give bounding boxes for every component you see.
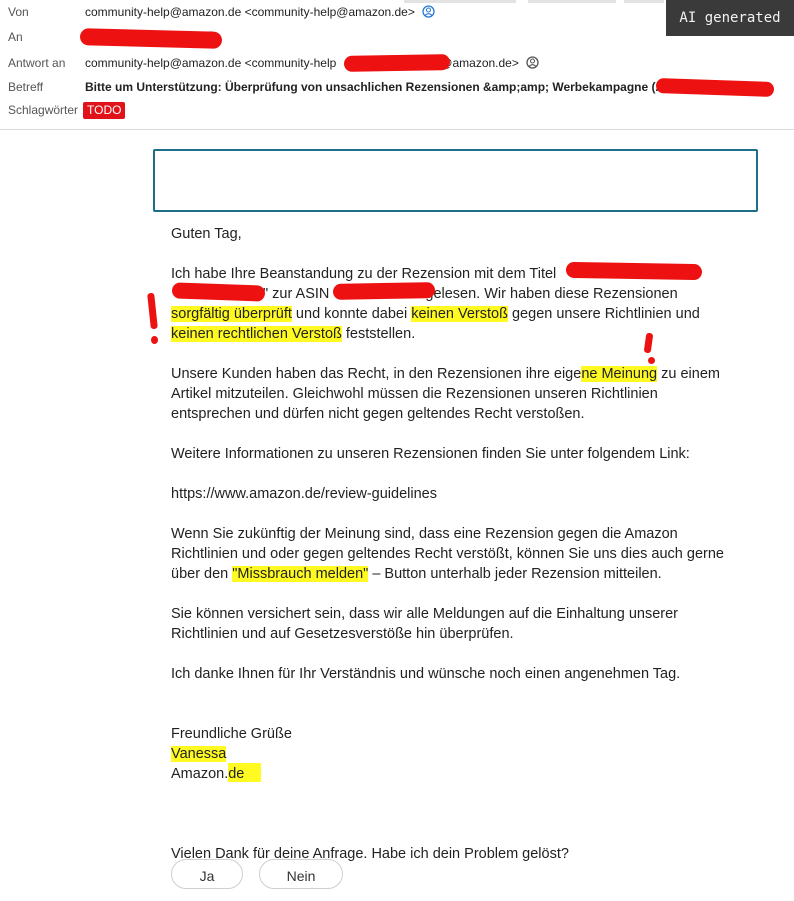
redaction-mark	[565, 261, 703, 281]
highlight-report-abuse: "Missbrauch melden"	[232, 566, 369, 582]
from-label: Von	[8, 5, 29, 19]
toolbar-button[interactable]	[624, 0, 664, 3]
signature-company: Amazon.de	[171, 766, 244, 782]
signature: Freundliche Grüße Vanessa Amazon.de	[171, 724, 741, 784]
exclamation-mark	[648, 357, 655, 364]
subject-value: Bitte um Unterstützung: Überprüfung von …	[85, 80, 685, 94]
p1-text-a: Ich habe Ihre Beanstandung zu der Rezens…	[171, 266, 557, 282]
redaction-mark	[332, 282, 436, 300]
toolbar-button[interactable]	[528, 0, 616, 3]
redaction-mark	[343, 54, 451, 72]
reply-to-value[interactable]: community-help@amazon.de <community-help…	[85, 56, 539, 70]
highlight-checked: sorgfältig überprüft	[171, 306, 292, 322]
from-value[interactable]: community-help@amazon.de <community-help…	[85, 5, 435, 19]
paragraph-customer-rights: Unsere Kunden haben das Recht, in den Re…	[171, 364, 741, 424]
message-body: Guten Tag, Ich habe Ihre Beanstandung zu…	[171, 224, 741, 884]
exclamation-mark	[147, 292, 158, 330]
to-label: An	[8, 30, 23, 44]
p1-text-f: feststellen.	[341, 326, 416, 342]
signature-name: Vanessa	[171, 746, 227, 762]
closing: Freundliche Grüße	[171, 726, 292, 742]
subject-label: Betreff	[8, 80, 44, 94]
greeting: Guten Tag,	[171, 226, 242, 242]
contact-icon[interactable]	[422, 5, 435, 18]
highlight-no-legal-violation: keinen rechtlichen Verstoß	[171, 326, 342, 342]
reply-to-suffix: @amazon.de>	[440, 56, 519, 70]
highlight-no-violation: keinen Verstoß	[411, 306, 508, 322]
no-button[interactable]: Nein	[259, 859, 343, 889]
p1-text-c: gelesen. Wir haben diese Rezensionen	[425, 286, 678, 302]
from-address[interactable]: community-help@amazon.de <community-help…	[85, 5, 415, 19]
paragraph-report-abuse: Wenn Sie zukünftig der Meinung sind, das…	[171, 524, 741, 584]
header-divider	[0, 129, 794, 130]
reply-to-prefix: community-help@amazon.de <community-help	[85, 56, 337, 70]
p4-text-b: – Button unterhalb jeder Rezension mitte…	[368, 566, 662, 582]
paragraph-more-info: Weitere Informationen zu unseren Rezensi…	[171, 446, 690, 462]
p1-text-b: " zur ASIN	[263, 286, 330, 302]
p1-text-e: gegen unsere Richtlinien und	[507, 306, 700, 322]
yes-button[interactable]: Ja	[171, 859, 243, 889]
paragraph-thanks: Ich danke Ihnen für Ihr Verständnis und …	[171, 666, 681, 682]
ai-generated-badge: AI generated	[666, 0, 794, 36]
paragraph-assurance: Sie können versichert sein, dass wir all…	[171, 606, 678, 642]
company-name: Amazon.de	[171, 766, 245, 782]
reply-to-label: Antwort an	[8, 56, 66, 70]
exclamation-mark	[151, 336, 158, 344]
message-banner-box	[153, 149, 758, 212]
todo-tag[interactable]: TODO	[83, 102, 126, 119]
toolbar-button[interactable]	[404, 0, 516, 3]
guidelines-link[interactable]: https://www.amazon.de/review-guidelines	[171, 484, 741, 504]
p2-text-a: Unsere Kunden haben das Recht, in den Re…	[171, 366, 582, 382]
feedback-question: Vielen Dank für deine Anfrage. Habe ich …	[171, 846, 569, 862]
p1-text-d: und konnte dabei	[291, 306, 412, 322]
redaction-mark	[171, 282, 266, 302]
highlight-opinion: ne Meinung	[581, 366, 658, 382]
contact-icon[interactable]	[526, 56, 539, 69]
tags-label: Schlagwörter	[8, 103, 79, 117]
